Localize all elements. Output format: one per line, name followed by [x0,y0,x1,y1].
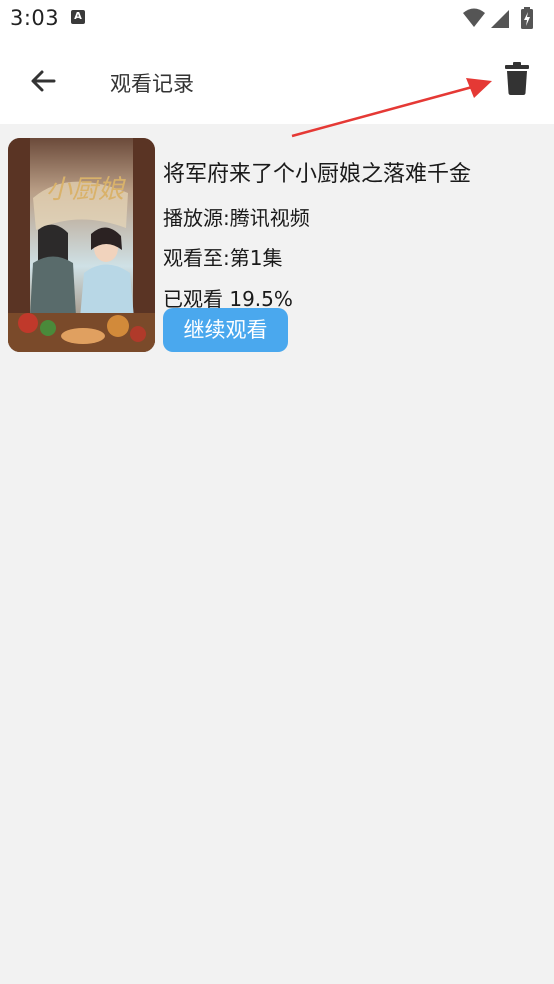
signal-icon [491,10,509,28]
trash-icon [505,62,529,95]
battery-charging-icon [521,7,533,29]
poster-image[interactable]: 小厨娘 [8,138,155,352]
status-icons [462,7,544,29]
item-title: 将军府来了个小厨娘之落难千金 [163,162,472,187]
svg-text:小厨娘: 小厨娘 [46,175,126,205]
item-source: 播放源:腾讯视频 [163,206,310,230]
item-episode: 观看至:第1集 [163,246,283,270]
status-bar: 3:03 A [0,0,554,40]
arrow-left-icon [31,70,56,92]
top-app-bar: 观看记录 [0,40,554,124]
delete-button[interactable] [497,58,537,102]
wifi-icon [463,8,485,27]
a-icon: A [71,10,85,24]
history-item[interactable]: 小厨娘 将军府来了个小厨娘之落难千金 播放源:腾讯视频 观看至:第1集 已观看 … [6,136,546,356]
status-time: 3:03 [10,6,60,30]
page-title: 观看记录 [110,72,194,96]
continue-watching-button[interactable]: 继续观看 [163,308,288,352]
back-button[interactable] [20,60,64,104]
